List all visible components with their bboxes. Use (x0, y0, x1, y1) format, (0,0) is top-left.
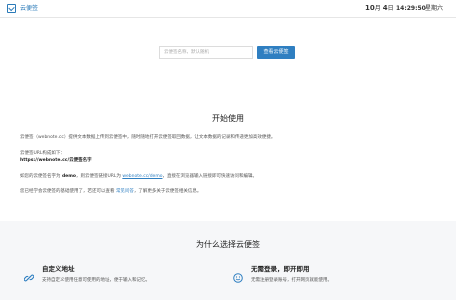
url-format: https://webnote.cc/云便签名字 (20, 158, 92, 163)
feature-no-login: 无需登录，即开即用 无需注册登录账号，打开网页就能使用。 (233, 265, 332, 284)
month-number: 10 (365, 4, 375, 12)
line4-middle: ，则云便签链接URL为 (76, 174, 123, 179)
top-header: 云便签 10月 4日 14:29:50 星期六 (0, 0, 456, 18)
weekday: 星期六 (425, 5, 444, 12)
day-unit: 日 (387, 5, 394, 12)
intro-line-1: 云便签（webnote.cc）提供文本数据上传到云便签中，随时随地打开云便签取回… (20, 135, 276, 140)
why-section: 为什么选择云便签 自定义地址 支持自定义使用任意可使用的地址，便于输入和记忆。 … (0, 221, 456, 300)
feature-title: 无需登录，即开即用 (251, 265, 310, 273)
intro-line-5: 您已经学会云便签的基础使用了，若还可以查看 常见问答，了解更多关于云便签相关信息… (20, 189, 201, 195)
feature-desc: 支持自定义使用任意可使用的地址，便于输入和记忆。 (42, 278, 150, 283)
link-icon (23, 268, 35, 282)
smiley-icon (233, 268, 243, 283)
demo-url-link[interactable]: webnote.cc/demo (122, 174, 162, 179)
faq-link[interactable]: 常见问答 (116, 189, 134, 194)
app-logo[interactable]: 云便签 (7, 4, 38, 13)
why-title: 为什么选择云便签 (196, 240, 260, 249)
feature-title: 自定义地址 (42, 265, 75, 273)
feature-desc: 无需注册登录账号，打开网页就能使用。 (251, 278, 332, 283)
line5-prefix: 您已经学会云便签的基础使用了，若还可以查看 (20, 189, 116, 194)
intro-line-2: 云便签URL构成如下： (20, 151, 65, 156)
note-name-input[interactable]: 云便签名称，默认随机 (159, 46, 253, 59)
intro-line-4: 如您的云便签名字为 demo，则云便签链接URL为 webnote.cc/dem… (20, 174, 257, 180)
intro-line-3: https://webnote.cc/云便签名字 (20, 158, 92, 164)
note-check-icon (7, 4, 16, 13)
feature-custom-address: 自定义地址 支持自定义使用任意可使用的地址，便于输入和记忆。 (23, 265, 150, 284)
note-search: 云便签名称，默认随机 查看云便签 (159, 46, 295, 59)
line4-suffix: ，直接在浏览器输入链接即可快速访问和编辑。 (162, 174, 257, 179)
view-note-button[interactable]: 查看云便签 (257, 46, 295, 59)
clock-time: 14:29:50 (396, 5, 426, 12)
intro-title: 开始使用 (212, 114, 244, 123)
month-unit: 月 (374, 5, 381, 12)
app-title: 云便签 (20, 5, 39, 12)
line4-prefix: 如您的云便签名字为 (20, 174, 62, 179)
line5-suffix: ，了解更多关于云便签相关信息。 (133, 189, 202, 194)
demo-name: demo (61, 174, 76, 179)
date-month: 10月 4日 (365, 4, 394, 13)
